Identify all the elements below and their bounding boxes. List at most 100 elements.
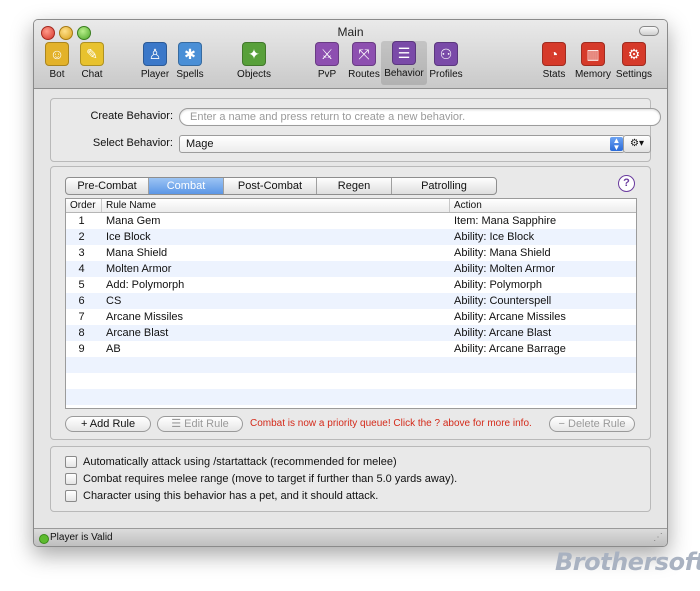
- cell-order: 3: [78, 247, 85, 259]
- melee-range-checkbox[interactable]: [65, 473, 77, 485]
- cell-name: Ice Block: [106, 231, 151, 243]
- cell-name: Mana Gem: [106, 215, 161, 227]
- toolbar-label: Spells: [176, 69, 204, 80]
- cell-order: 6: [78, 295, 85, 307]
- cell-action: Ability: Arcane Barrage: [454, 343, 566, 355]
- cell-action: Ability: Mana Shield: [454, 247, 551, 259]
- startattack-label: Automatically attack using /startattack …: [83, 456, 397, 468]
- cell-action: Item: Mana Sapphire: [454, 215, 557, 227]
- table-row[interactable]: 1 Mana Gem Item: Mana Sapphire: [66, 213, 636, 229]
- behavior-icon: ☰: [392, 41, 416, 65]
- memory-icon: ▥: [581, 42, 605, 66]
- toolbar-label: Memory: [574, 69, 612, 80]
- cell-action: Ability: Counterspell: [454, 295, 552, 307]
- table-row[interactable]: [66, 373, 636, 389]
- select-behavior-dropdown[interactable]: Mage ▲ ▼: [179, 135, 625, 153]
- toolbar-settings-button[interactable]: ⚙ Settings: [611, 42, 657, 80]
- dropdown-arrows-icon: ▲ ▼: [610, 137, 623, 152]
- table-row[interactable]: 5 Add: Polymorph Ability: Polymorph: [66, 277, 636, 293]
- brothersoft-watermark: Brothersoft: [555, 548, 700, 576]
- table-row[interactable]: 4 Molten Armor Ability: Molten Armor: [66, 261, 636, 277]
- toolbar-label: Behavior: [384, 68, 424, 79]
- behavior-tabs: Pre-Combat Combat Post-Combat Regen Patr…: [65, 177, 497, 195]
- toolbar-behavior-button[interactable]: ☰ Behavior: [381, 41, 427, 85]
- startattack-checkbox[interactable]: [65, 456, 77, 468]
- gear-icon: ⚙▾: [630, 138, 644, 149]
- status-ok-icon: [39, 534, 49, 544]
- cell-name: Arcane Blast: [106, 327, 169, 339]
- help-button[interactable]: ?: [618, 175, 635, 192]
- column-header-action[interactable]: Action: [450, 199, 636, 212]
- table-header: Order Rule Name Action: [66, 199, 636, 213]
- table-row[interactable]: [66, 389, 636, 405]
- option-pet-attack[interactable]: Character using this behavior has a pet,…: [65, 489, 378, 503]
- toolbar-spells-button[interactable]: ✱ Spells: [167, 42, 213, 80]
- objects-icon: ✦: [242, 42, 266, 66]
- table-row[interactable]: 9 AB Ability: Arcane Barrage: [66, 341, 636, 357]
- cell-name: Add: Polymorph: [106, 279, 185, 291]
- toolbar-label: Profiles: [429, 69, 463, 80]
- cell-name: Mana Shield: [106, 247, 168, 259]
- delete-rule-button[interactable]: − Delete Rule: [549, 416, 635, 432]
- cell-name: Molten Armor: [106, 263, 172, 275]
- table-row[interactable]: 3 Mana Shield Ability: Mana Shield: [66, 245, 636, 261]
- main-window: Main ☺ Bot ✎ Chat ♙ Player ✱ Spells ✦ Objects ⚔ PvP…: [33, 19, 668, 547]
- edit-rule-button[interactable]: ☰ Edit Rule: [157, 416, 243, 432]
- column-header-order[interactable]: Order: [66, 199, 102, 212]
- table-row[interactable]: 8 Arcane Blast Ability: Arcane Blast: [66, 325, 636, 341]
- stats-icon: ◔: [542, 42, 566, 66]
- cell-name: Arcane Missiles: [106, 311, 184, 323]
- table-row[interactable]: [66, 357, 636, 373]
- toolbar: Main ☺ Bot ✎ Chat ♙ Player ✱ Spells ✦ Objects ⚔ PvP…: [34, 20, 667, 89]
- option-startattack[interactable]: Automatically attack using /startattack …: [65, 455, 397, 469]
- rules-panel: Pre-Combat Combat Post-Combat Regen Patr…: [50, 166, 651, 440]
- toolbar-label: Chat: [81, 69, 103, 80]
- toolbar-objects-button[interactable]: ✦ Objects: [231, 42, 277, 80]
- cell-action: Ability: Ice Block: [454, 231, 535, 243]
- cell-order: 5: [78, 279, 85, 291]
- profiles-icon: ⚇: [434, 42, 458, 66]
- options-panel: Automatically attack using /startattack …: [50, 446, 651, 512]
- resize-grip-icon[interactable]: ⋰: [653, 529, 663, 546]
- bot-icon: ☺: [45, 42, 69, 66]
- window-title: Main: [337, 25, 364, 39]
- tab-combat[interactable]: Combat: [149, 178, 224, 194]
- cell-action: Ability: Arcane Missiles: [454, 311, 566, 323]
- table-row[interactable]: 7 Arcane Missiles Ability: Arcane Missiles: [66, 309, 636, 325]
- pet-attack-checkbox[interactable]: [65, 490, 77, 502]
- option-melee-range[interactable]: Combat requires melee range (move to tar…: [65, 472, 457, 486]
- tab-post-combat[interactable]: Post-Combat: [224, 178, 317, 194]
- select-behavior-value: Mage: [186, 138, 214, 150]
- cell-name: AB: [106, 343, 121, 355]
- cell-order: 8: [78, 327, 85, 339]
- status-bar: Player is Valid ⋰: [34, 528, 667, 546]
- table-row[interactable]: 2 Ice Block Ability: Ice Block: [66, 229, 636, 245]
- create-behavior-input[interactable]: Enter a name and press return to create …: [179, 108, 661, 126]
- cell-action: Ability: Polymorph: [454, 279, 543, 291]
- cell-order: 4: [78, 263, 85, 275]
- toolbar-chat-button[interactable]: ✎ Chat: [69, 42, 115, 80]
- add-rule-button[interactable]: + Add Rule: [65, 416, 151, 432]
- toolbar-profiles-button[interactable]: ⚇ Profiles: [423, 42, 469, 80]
- tab-pre-combat[interactable]: Pre-Combat: [66, 178, 149, 194]
- tab-patrolling[interactable]: Patrolling: [392, 178, 496, 194]
- cell-order: 9: [78, 343, 85, 355]
- toolbar-label: Settings: [615, 69, 653, 80]
- cell-action: Ability: Arcane Blast: [454, 327, 552, 339]
- toolbar-memory-button[interactable]: ▥ Memory: [570, 42, 616, 80]
- pvp-icon: ⚔: [315, 42, 339, 66]
- toolbar-toggle-button[interactable]: [639, 26, 659, 36]
- table-row[interactable]: 6 CS Ability: Counterspell: [66, 293, 636, 309]
- column-header-rule-name[interactable]: Rule Name: [102, 199, 450, 212]
- pet-attack-label: Character using this behavior has a pet,…: [83, 490, 379, 502]
- table-body: 1 Mana Gem Item: Mana Sapphire 2 Ice Block Ab…: [66, 213, 636, 405]
- behavior-actions-gear-button[interactable]: ⚙▾: [623, 135, 651, 153]
- tab-regen[interactable]: Regen: [317, 178, 392, 194]
- cell-name: CS: [106, 295, 122, 307]
- select-behavior-label: Select Behavior:: [92, 137, 173, 149]
- status-text: Player is Valid: [50, 532, 113, 543]
- behavior-select-panel: Create Behavior: Enter a name and press …: [50, 98, 661, 162]
- melee-range-label: Combat requires melee range (move to tar…: [83, 473, 458, 485]
- rules-table: Order Rule Name Action 1 Mana Gem Item: Ma…: [65, 198, 637, 409]
- player-icon: ♙: [143, 42, 167, 66]
